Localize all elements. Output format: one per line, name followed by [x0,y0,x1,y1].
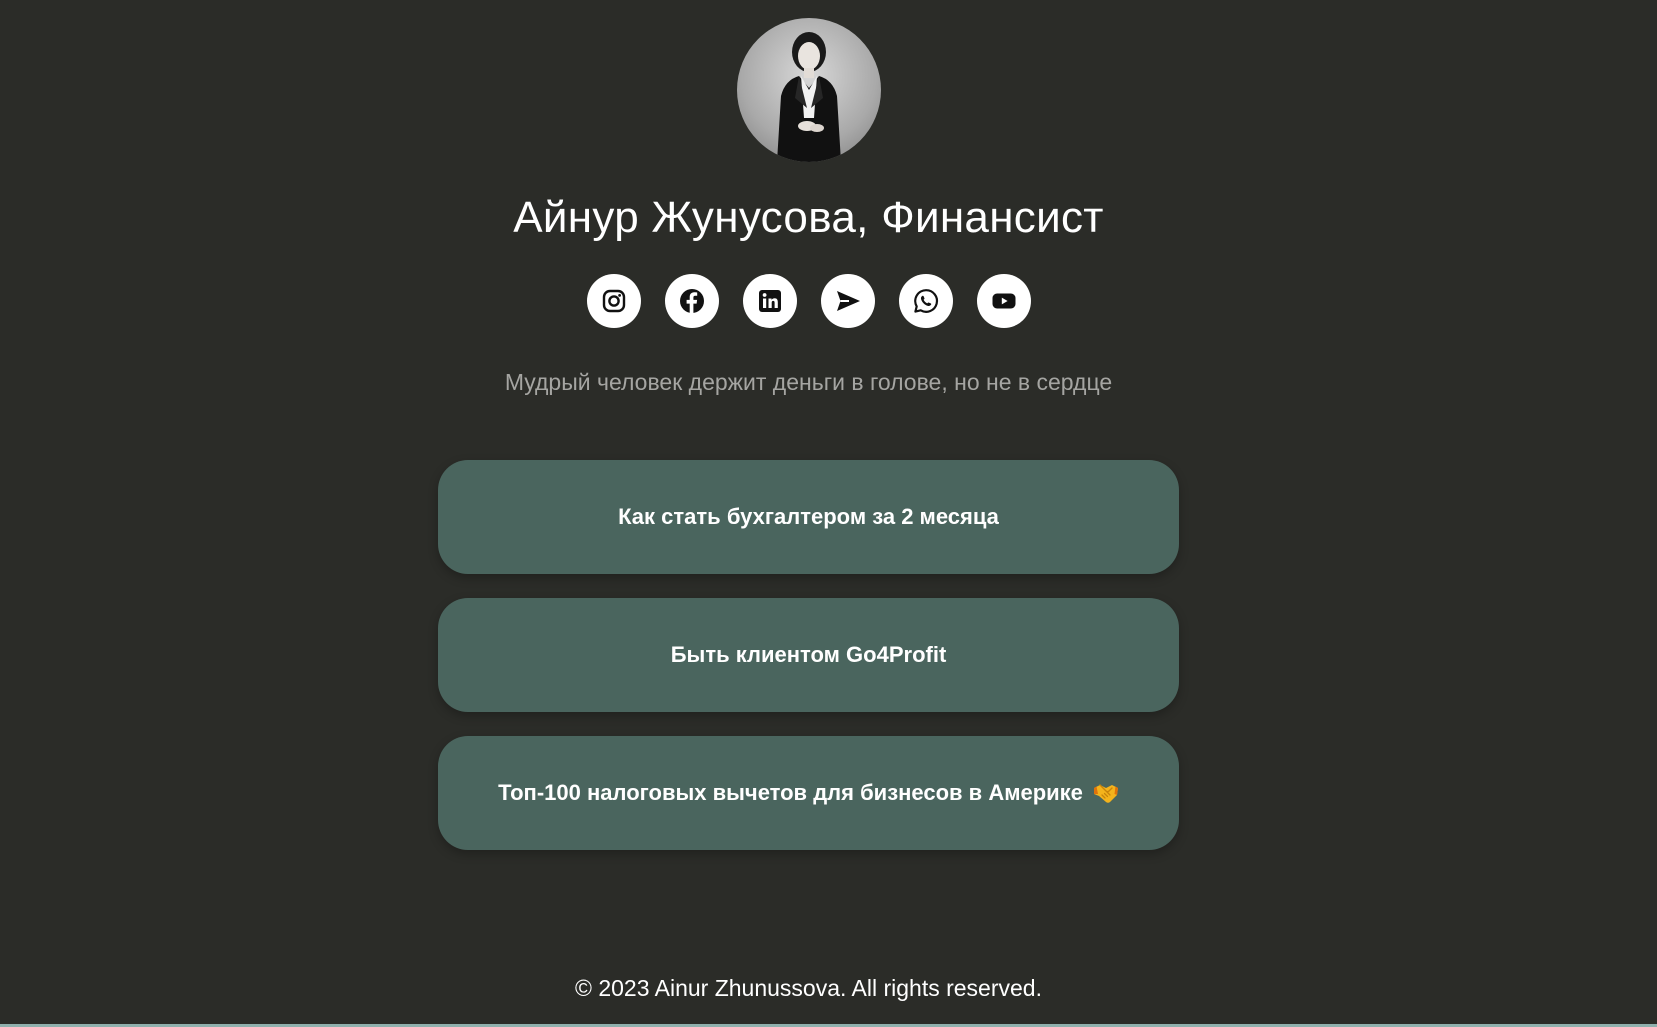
linkedin-link[interactable] [743,274,797,328]
telegram-link[interactable] [821,274,875,328]
facebook-icon [680,289,704,313]
whatsapp-link[interactable] [899,274,953,328]
page: Айнур Жунусова, Финансист Мудрый человек… [0,0,1657,1023]
link-label: Быть клиентом Go4Profit [670,642,947,667]
telegram-icon [837,291,860,311]
profile-tagline: Мудрый человек держит деньги в голове, н… [504,369,1113,395]
youtube-icon [992,293,1016,309]
link-button-tax-deductions[interactable]: Топ-100 налоговых вычетов для бизнесов в… [438,736,1179,850]
link-list: Как стать бухгалтером за 2 месяца Быть к… [438,460,1179,874]
link-label: Как стать бухгалтером за 2 месяца [618,504,999,529]
link-button-accountant-course[interactable]: Как стать бухгалтером за 2 месяца [438,460,1179,574]
instagram-icon [602,289,626,313]
social-links [587,274,1031,328]
profile-name: Айнур Жунусова, Финансист [513,193,1104,242]
instagram-link[interactable] [587,274,641,328]
facebook-link[interactable] [665,274,719,328]
whatsapp-icon [914,289,939,313]
link-button-go4profit-client[interactable]: Быть клиентом Go4Profit [438,598,1179,712]
linkedin-icon [759,290,781,312]
avatar-portrait [777,32,841,162]
footer-copyright: © 2023 Ainur Zhunussova. All rights rese… [575,975,1042,1001]
avatar [737,18,881,162]
link-label: Топ-100 налоговых вычетов для бизнесов в… [498,780,1083,805]
handshake-icon [1093,784,1118,803]
youtube-link[interactable] [977,274,1031,328]
